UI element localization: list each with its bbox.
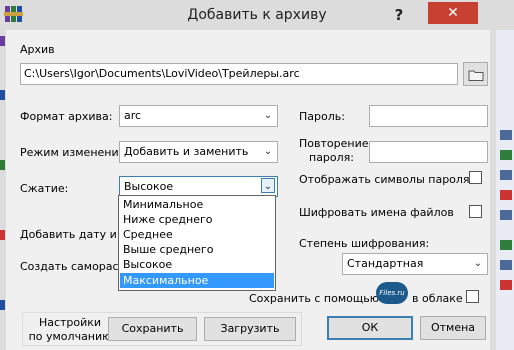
chevron-down-icon: ⌄: [473, 258, 483, 269]
ok-button[interactable]: ОК: [327, 316, 413, 340]
chevron-down-icon: ⌄: [263, 110, 273, 121]
help-button[interactable]: ?: [388, 4, 410, 26]
mode-value: Добавить и заменить: [124, 145, 249, 158]
desktop-icon: [500, 190, 512, 200]
add-date-label: Добавить дату и вр: [20, 228, 134, 241]
compression-value: Высокое: [124, 180, 174, 193]
desktop-icon: [500, 130, 512, 140]
show-password-checkbox[interactable]: [469, 171, 482, 184]
browse-button[interactable]: [463, 62, 488, 86]
desktop-icon: [500, 280, 512, 290]
close-button[interactable]: ✕: [428, 2, 478, 24]
repeat-password-input[interactable]: [369, 141, 488, 163]
archive-label: Архив: [20, 43, 55, 56]
defaults-label-1: Настройки: [38, 316, 102, 329]
compression-label: Сжатие:: [20, 182, 69, 195]
chevron-down-icon: ⌄: [263, 146, 273, 157]
folder-icon: [468, 70, 483, 81]
desktop-icon: [500, 260, 512, 270]
format-select[interactable]: arc ⌄: [119, 105, 278, 127]
save-to-cloud-checkbox[interactable]: [466, 290, 479, 303]
left-strip-icon: [0, 36, 5, 46]
encryption-strength-select[interactable]: Стандартная ⌄: [342, 253, 488, 275]
desktop-icon: [500, 240, 512, 250]
save-defaults-button[interactable]: Сохранить: [108, 317, 197, 341]
mode-label: Режим изменения:: [20, 146, 129, 159]
compression-select[interactable]: Высокое ⌄: [119, 176, 278, 197]
compression-option-selected[interactable]: Максимальное: [120, 273, 274, 288]
left-strip-icon: [0, 230, 5, 240]
in-cloud-label: в облаке: [412, 292, 463, 305]
repeat-password-label-2: пароля:: [309, 151, 354, 164]
chevron-down-icon: ⌄: [261, 178, 275, 193]
encrypt-names-label: Шифровать имена файлов: [299, 206, 454, 219]
desktop-icon: [500, 150, 512, 160]
password-input[interactable]: [369, 105, 488, 127]
desktop-icon: [500, 210, 512, 220]
save-with-label: Сохранить с помощью: [249, 292, 379, 305]
left-strip-icon: [0, 300, 5, 310]
mode-select[interactable]: Добавить и заменить ⌄: [119, 141, 278, 163]
archive-path-input[interactable]: C:\Users\Igor\Documents\LoviVideo\Трейле…: [20, 63, 458, 85]
window-border-right: [490, 30, 496, 350]
encrypt-names-checkbox[interactable]: [469, 205, 482, 218]
left-strip-icon: [0, 90, 5, 100]
repeat-password-label-1: Повторение: [299, 137, 369, 150]
compression-option[interactable]: Минимальное: [120, 197, 274, 212]
archive-path-value: C:\Users\Igor\Documents\LoviVideo\Трейле…: [24, 67, 300, 80]
cloud-logo-text: Files.ru: [379, 289, 405, 297]
cloud-logo: Files.ru: [376, 282, 408, 304]
cancel-button[interactable]: Отмена: [420, 316, 486, 340]
show-password-label: Отображать символы пароля: [299, 173, 470, 186]
format-value: arc: [124, 109, 142, 122]
password-label: Пароль:: [299, 110, 345, 123]
encryption-strength-value: Стандартная: [347, 257, 424, 270]
format-label: Формат архива:: [20, 110, 113, 123]
compression-dropdown-list[interactable]: Минимальное Ниже среднего Среднее Выше с…: [118, 195, 276, 291]
desktop-icon: [500, 170, 512, 180]
compression-option[interactable]: Среднее: [120, 227, 274, 242]
load-defaults-button[interactable]: Загрузить: [204, 317, 296, 341]
compression-option[interactable]: Ниже среднего: [120, 212, 274, 227]
compression-option[interactable]: Выше среднего: [120, 242, 274, 257]
left-strip-icon: [0, 160, 5, 170]
defaults-label-2: по умолчанию: [28, 330, 112, 343]
encryption-strength-label: Степень шифрования:: [299, 237, 430, 250]
compression-option[interactable]: Высокое: [120, 257, 274, 272]
